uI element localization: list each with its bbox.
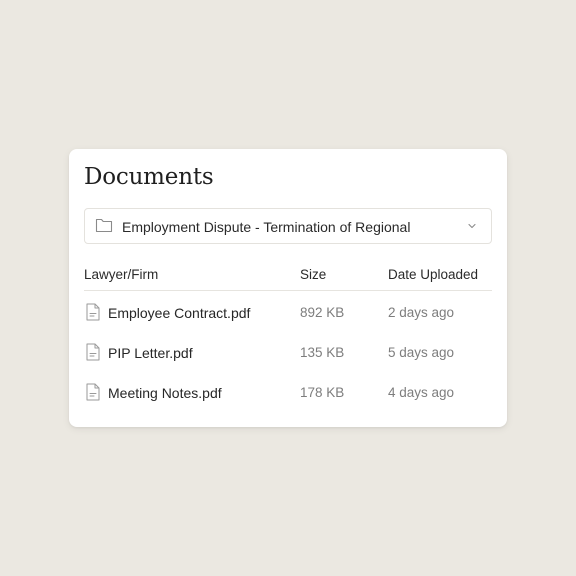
file-date-uploaded: 4 days ago — [388, 385, 455, 400]
file-name[interactable]: PIP Letter.pdf — [108, 344, 193, 362]
file-icon — [86, 343, 100, 361]
file-date-uploaded: 2 days ago — [388, 305, 455, 320]
column-header-date-uploaded[interactable]: Date Uploaded — [388, 267, 478, 283]
file-icon — [86, 303, 100, 321]
card-title: Documents — [84, 164, 214, 190]
file-size: 178 KB — [300, 385, 345, 400]
case-select-dropdown[interactable]: Employment Dispute - Termination of Regi… — [84, 208, 492, 244]
column-header-size[interactable]: Size — [300, 267, 326, 283]
documents-card: Documents Employment Dispute - Terminati… — [69, 149, 507, 427]
table-row[interactable]: Meeting Notes.pdf 178 KB 4 days ago — [84, 372, 492, 412]
table-row[interactable]: Employee Contract.pdf 892 KB 2 days ago — [84, 292, 492, 332]
case-select-value: Employment Dispute - Termination of Regi… — [122, 219, 411, 235]
table-row[interactable]: PIP Letter.pdf 135 KB 5 days ago — [84, 332, 492, 372]
file-size: 135 KB — [300, 345, 345, 360]
file-icon — [86, 383, 100, 401]
file-name[interactable]: Employee Contract.pdf — [108, 304, 250, 322]
column-header-lawyer-firm[interactable]: Lawyer/Firm — [84, 267, 158, 283]
chevron-down-icon — [468, 223, 476, 229]
folder-icon — [95, 218, 113, 233]
table-header: Lawyer/Firm Size Date Uploaded — [84, 259, 492, 291]
file-name[interactable]: Meeting Notes.pdf — [108, 384, 222, 402]
file-date-uploaded: 5 days ago — [388, 345, 455, 360]
file-size: 892 KB — [300, 305, 345, 320]
